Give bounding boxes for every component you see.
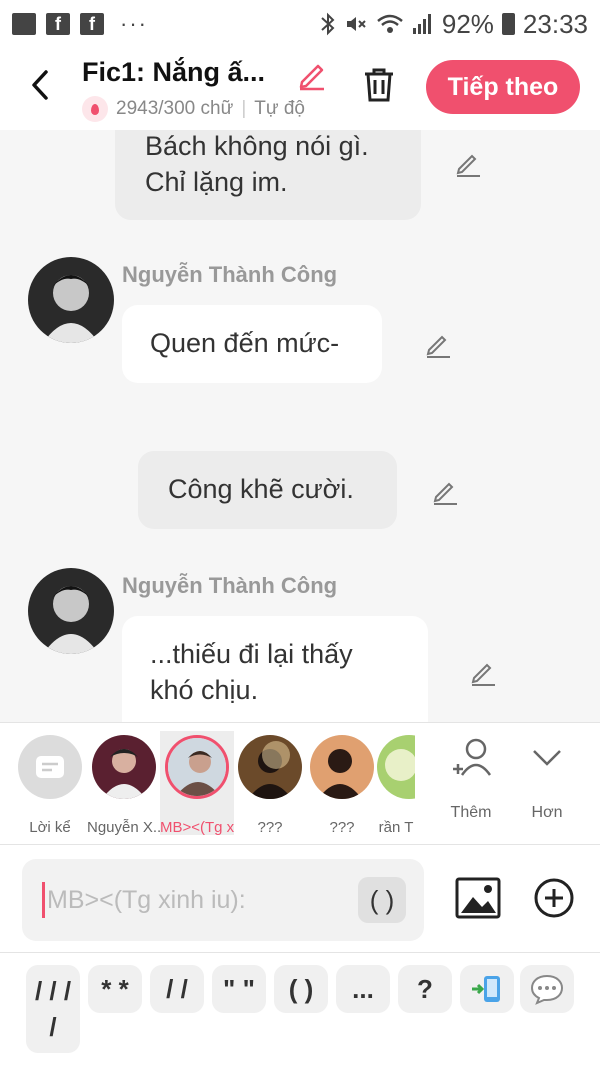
message-text: Bách không nói gì. <box>145 131 369 161</box>
back-arrow-icon[interactable] <box>22 62 62 108</box>
character-label: ??? <box>329 819 355 836</box>
symbol-label: / / / <box>34 976 72 1006</box>
symbol-question-button[interactable]: ? <box>398 965 452 1013</box>
story-meta: 2943/300 chữ | Tự độ <box>82 96 330 122</box>
text-caret <box>42 882 45 918</box>
add-person-icon <box>453 738 492 776</box>
symbol-label: / <box>49 1012 57 1042</box>
facebook-icon: f <box>46 13 70 35</box>
phone-enter-icon <box>472 976 500 1002</box>
mute-icon <box>346 17 366 31</box>
avatar[interactable] <box>28 257 114 343</box>
status-bar: f f ··· 92% 23:33 <box>0 0 600 48</box>
character-item[interactable]: Nguyễn X... <box>87 735 161 836</box>
character-label: rần T <box>378 819 414 836</box>
input-placeholder: MB><(Tg xinh iu): <box>47 885 246 914</box>
word-count: 2943/300 chữ <box>116 98 234 119</box>
facebook-icon-2: f <box>80 13 104 35</box>
symbol-quotes-button[interactable]: " " <box>212 965 266 1013</box>
narration-bubble[interactable]: Bách không nói gì. Chỉ lặng im. <box>115 130 421 220</box>
avatar <box>310 735 374 799</box>
chevron-down-icon <box>533 750 561 766</box>
more-button[interactable]: Hơn <box>517 735 577 822</box>
avatar <box>92 735 156 799</box>
clock: 23:33 <box>522 8 588 39</box>
bluetooth-icon <box>321 12 335 36</box>
symbol-asterisks-button[interactable]: * * <box>88 965 142 1013</box>
edit-message-icon[interactable] <box>423 329 453 359</box>
add-character-button[interactable]: Thêm <box>441 735 501 822</box>
character-item[interactable]: ??? <box>233 735 307 836</box>
wifi-icon <box>377 14 403 33</box>
character-narrator[interactable]: Lời kể <box>13 735 87 836</box>
message-text: Quen đến mức- <box>150 328 340 358</box>
character-label: ??? <box>257 819 283 836</box>
battery-icon <box>501 13 515 35</box>
chat-bubble-button[interactable] <box>520 965 574 1013</box>
message-bubble[interactable]: ...thiếu đi lại thấy khó chịu. <box>122 616 428 722</box>
add-icon[interactable] <box>533 877 575 919</box>
edit-message-icon[interactable] <box>430 476 460 506</box>
trash-icon[interactable] <box>358 64 400 106</box>
edit-message-icon[interactable] <box>468 657 498 687</box>
symbol-slashes-button[interactable]: / / / / <box>26 965 80 1053</box>
message-bubble[interactable]: Quen đến mức- <box>122 305 382 383</box>
sender-name: Nguyễn Thành Công <box>122 262 338 287</box>
edit-message-icon[interactable] <box>453 148 483 178</box>
next-button[interactable]: Tiếp theo <box>426 60 580 114</box>
character-item[interactable]: rần T <box>377 735 415 836</box>
edit-title-icon[interactable] <box>294 56 330 92</box>
message-text: ...thiếu đi lại thấy <box>150 639 353 669</box>
chat-bubble-icon <box>530 974 564 1005</box>
avatar <box>165 735 229 799</box>
symbol-double-slash-button[interactable]: / / <box>150 965 204 1013</box>
chat-area[interactable]: Bách không nói gì. Chỉ lặng im. Nguyễn T… <box>0 130 600 722</box>
character-label: Nguyễn X... <box>87 819 161 836</box>
sender-name: Nguyễn Thành Công <box>122 573 338 598</box>
avatar[interactable] <box>28 568 114 654</box>
narrator-icon <box>18 735 82 799</box>
avatar <box>238 735 302 799</box>
character-label: MB><(Tg x... <box>160 819 234 836</box>
parentheses-button[interactable]: ( ) <box>358 877 406 923</box>
character-label: Lời kể <box>29 819 71 836</box>
message-text: khó chịu. <box>150 675 259 705</box>
flame-icon <box>82 96 108 122</box>
image-icon[interactable] <box>455 875 501 921</box>
phone-enter-button[interactable] <box>460 965 514 1013</box>
story-title: Fic1: Nắng ấ... <box>82 57 266 87</box>
character-selector: Lời kể Nguyễn X... MB><(Tg x... ??? ??? … <box>0 722 600 844</box>
more-notifications-icon: ··· <box>120 11 148 36</box>
symbol-ellipsis-button[interactable]: ... <box>336 965 390 1013</box>
more-label: Hơn <box>531 804 563 821</box>
add-label: Thêm <box>450 804 492 821</box>
quick-symbols-bar: / / / / * * / / " " ( ) ... ? <box>0 952 600 1067</box>
signal-icon <box>412 14 431 34</box>
message-text: Chỉ lặng im. <box>145 167 288 197</box>
narration-bubble[interactable]: Công khẽ cười. <box>138 451 397 529</box>
character-item[interactable]: ??? <box>305 735 379 836</box>
avatar <box>377 735 415 799</box>
message-input[interactable]: MB><(Tg xinh iu): ( ) <box>22 859 424 941</box>
message-composer: MB><(Tg xinh iu): ( ) <box>0 844 600 952</box>
symbol-parentheses-button[interactable]: ( ) <box>274 965 328 1013</box>
message-text: Công khẽ cười. <box>168 474 354 504</box>
gallery-notification-icon <box>12 13 36 35</box>
character-item-selected[interactable]: MB><(Tg x... <box>160 735 234 836</box>
meta-divider: | <box>241 98 247 119</box>
save-mode: Tự độ <box>254 98 305 119</box>
editor-header: Fic1: Nắng ấ... 2943/300 chữ | Tự độ Tiế… <box>0 48 600 130</box>
battery-percent: 92% <box>441 8 494 39</box>
